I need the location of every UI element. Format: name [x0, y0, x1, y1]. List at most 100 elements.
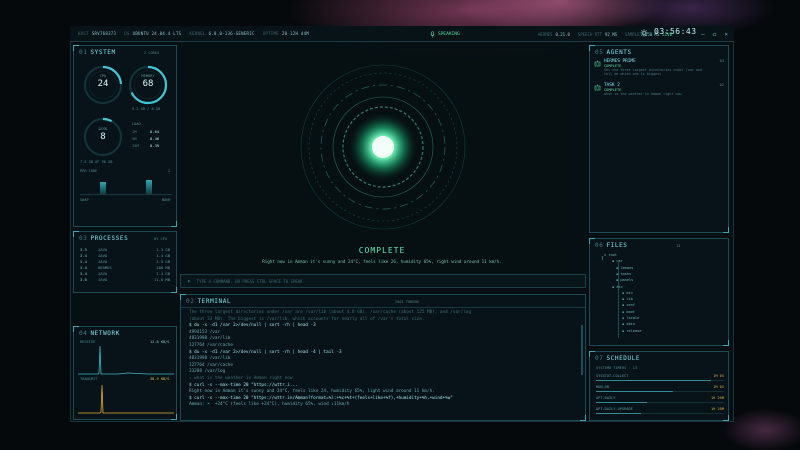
- terminal-line: $ du -x -d1 /var 2>/dev/null | sort -rh …: [189, 349, 342, 355]
- system-panel: 01 SYSTEM 2 CORES CPU 24 MEMORY 68 5.2 GB…: [73, 45, 177, 227]
- terminal-line: $ curl -s --max-time 20 "https://wttr.i.…: [189, 382, 298, 388]
- agent-item[interactable]: HERMES PRIME COMPLETE Get the three larg…: [594, 59, 724, 76]
- status-word: COMPLETE: [358, 246, 406, 255]
- file-tree-item[interactable]: ▪ boot: [622, 310, 635, 314]
- terminal-line: 4994153 /var: [189, 329, 221, 335]
- process-row[interactable]: 3.0 JAVA 11.8 MB: [80, 277, 170, 282]
- divider: [181, 307, 585, 308]
- prompt-chevron-icon: ›: [187, 277, 191, 285]
- core-bar: [100, 182, 106, 194]
- process-row[interactable]: 3.4 JAVA 1.4 GB: [80, 253, 170, 258]
- os-info: OS UBUNTU 24.04.4 LTS: [124, 31, 182, 36]
- top-status-bar: HOST SRV768373 OS UBUNTU 24.04.4 LTS KERNE…: [70, 26, 734, 42]
- schedule-item-name: SYSSTAT-COLLECT: [596, 374, 629, 378]
- schedule-item[interactable]: APT-DAILY 1H 20M: [596, 396, 724, 400]
- terminal-line: 33288 /var/log: [189, 369, 226, 375]
- disk-value: 8: [100, 132, 106, 142]
- schedule-item-time: 1H 20M: [711, 396, 724, 400]
- command-input[interactable]: › TYPE A COMMAND, OR PRESS CTRL SPACE TO…: [180, 274, 586, 288]
- load-1m: 1M 0.64: [132, 129, 160, 134]
- file-tree-item[interactable]: ▪ lemans: [616, 266, 633, 270]
- memory-detail: 5.2 GB / 8 GB: [132, 107, 161, 111]
- agent-bot-icon: [594, 84, 601, 91]
- schedule-item-name: MAN-DB: [596, 385, 609, 389]
- schedule-item-time: 1M 0S: [713, 385, 724, 389]
- agent-item[interactable]: TASK 2 COMPLETE what is the weather in A…: [594, 83, 724, 96]
- schedule-item-time: 1H 20M: [711, 407, 724, 411]
- transmit-graph: [78, 384, 174, 414]
- agent-bot-icon: [594, 60, 601, 67]
- schedule-progress-fill: [596, 380, 712, 381]
- load-5m: 5M 0.46: [132, 136, 160, 141]
- terminal-line: Right now in Amman it's sunny and 24°C, …: [189, 389, 435, 395]
- assistant-status: COMPLETE Right now in Amman it's sunny a…: [180, 246, 584, 264]
- file-tree-item[interactable]: ▪ locale: [622, 316, 639, 320]
- process-row[interactable]: 3.5 JAVA 1.3 GB: [80, 247, 170, 252]
- schedule-progress-fill: [596, 402, 648, 403]
- sort-label[interactable]: BY CPU: [154, 237, 167, 241]
- clock: 03:56:43: [654, 27, 697, 36]
- file-tree-item[interactable]: ▪ etc: [612, 285, 623, 289]
- file-tree-item[interactable]: ▪ release: [622, 329, 641, 333]
- terminal-line: The three largest directories under /var…: [189, 310, 471, 315]
- process-row[interactable]: 3.4 JAVA 1.5 GB: [80, 259, 170, 264]
- file-tree-item[interactable]: ▪ bin: [622, 291, 633, 295]
- terminal-line: 4831998 /var/lib: [189, 336, 231, 342]
- schedule-progress-bar: [596, 413, 724, 414]
- disk-detail: 7.5 GB OF 96 GB: [80, 160, 113, 164]
- schedule-progress-fill: [596, 413, 641, 414]
- file-tree-item[interactable]: ▪ tasks: [616, 272, 631, 276]
- settings-gear-icon[interactable]: [640, 29, 648, 37]
- window-controls: — ◻ ✕: [701, 26, 728, 42]
- schedule-panel: 07 SCHEDULE SYSTEMD TIMERS · 13 SYSSTAT-C…: [589, 351, 729, 421]
- processes-panel: 03 PROCESSES BY CPU 3.5 JAVA 1.3 GB 3.4 JAVA…: [73, 231, 177, 293]
- load-15m: 15M 0.39: [132, 143, 160, 148]
- speaking-indicator[interactable]: SPEAKING: [430, 26, 460, 42]
- file-tree-item[interactable]: ▪ lib: [622, 297, 633, 301]
- schedule-item-name: APT-DAILY-UPGRADE: [596, 407, 633, 411]
- status-message: Right now in Amman it's sunny and 24°C, …: [262, 259, 502, 264]
- restore-button[interactable]: ◻: [713, 31, 717, 38]
- schedule-item[interactable]: MAN-DB 1M 0S: [596, 385, 724, 389]
- schedule-header: SYSTEMD TIMERS · 13: [596, 366, 638, 370]
- voice-orb[interactable]: [298, 62, 468, 232]
- terminal-line: 127764 /var/cache: [189, 362, 233, 368]
- file-tree-item[interactable]: ▪ conf: [622, 303, 635, 307]
- process-row[interactable]: 3.4 JAVA 1.4 GB: [80, 271, 170, 276]
- schedule-item[interactable]: APT-DAILY-UPGRADE 1H 20M: [596, 407, 724, 411]
- microphone-icon: [430, 30, 435, 38]
- minimize-button[interactable]: —: [701, 31, 705, 38]
- core-bar: [146, 180, 152, 194]
- schedule-progress-fill: [596, 391, 673, 392]
- cores-tag: 2 CORES: [144, 51, 160, 55]
- token-count: 2001 TOKENS: [395, 300, 419, 304]
- terminal-line: $ curl -s --max-time 20 "https://wttr.in…: [189, 395, 453, 401]
- terminal-scrollbar[interactable]: [581, 325, 583, 375]
- schedule-progress-bar: [596, 391, 724, 392]
- terminal-line: (about 33 MB). The biggest is /var/lib, …: [189, 316, 425, 322]
- schedule-progress-bar: [596, 380, 724, 381]
- network-panel: 04 NETWORK RECEIVE 12.8 KB/S TRANSMIT 38.…: [73, 326, 177, 420]
- terminal-line: 127764 /var/cache: [189, 343, 233, 348]
- close-button[interactable]: ✕: [724, 31, 728, 38]
- file-tree-item[interactable]: ▪ usr: [612, 259, 623, 263]
- receive-graph: [78, 345, 174, 375]
- per-core-chart: [80, 177, 172, 195]
- file-tree-item[interactable]: ▪ panels: [616, 278, 633, 282]
- process-row[interactable]: 3.4 HERMES 280 MB: [80, 265, 170, 270]
- uptime-info: UPTIME 20 12H 44M: [262, 31, 310, 36]
- kernel-info: KERNEL 6.8.0-136-GENERIC: [189, 31, 255, 36]
- schedule-progress-bar: [596, 402, 724, 403]
- schedule-item-name: APT-DAILY: [596, 396, 616, 400]
- host-info: HOST SRV768373: [78, 31, 117, 36]
- terminal-line: 4831998 /var/lib: [189, 356, 231, 362]
- schedule-item-time: 1M 0S: [713, 374, 724, 378]
- memory-value: 68: [142, 79, 154, 89]
- schedule-item[interactable]: SYSSTAT-COLLECT 1M 0S: [596, 374, 724, 378]
- terminal-panel: 02 TERMINAL 2001 TOKENS The three largest…: [180, 294, 586, 421]
- file-tree-item[interactable]: ▪ sbin: [622, 322, 635, 326]
- file-tree-item[interactable]: ◇ root: [604, 253, 617, 257]
- cpu-value: 24: [97, 79, 109, 89]
- terminal-line: $ du -x -d1 /var 2>/dev/null | sort -rh …: [189, 323, 316, 329]
- terminal-line: › what is the weather in Amman right now: [189, 376, 293, 381]
